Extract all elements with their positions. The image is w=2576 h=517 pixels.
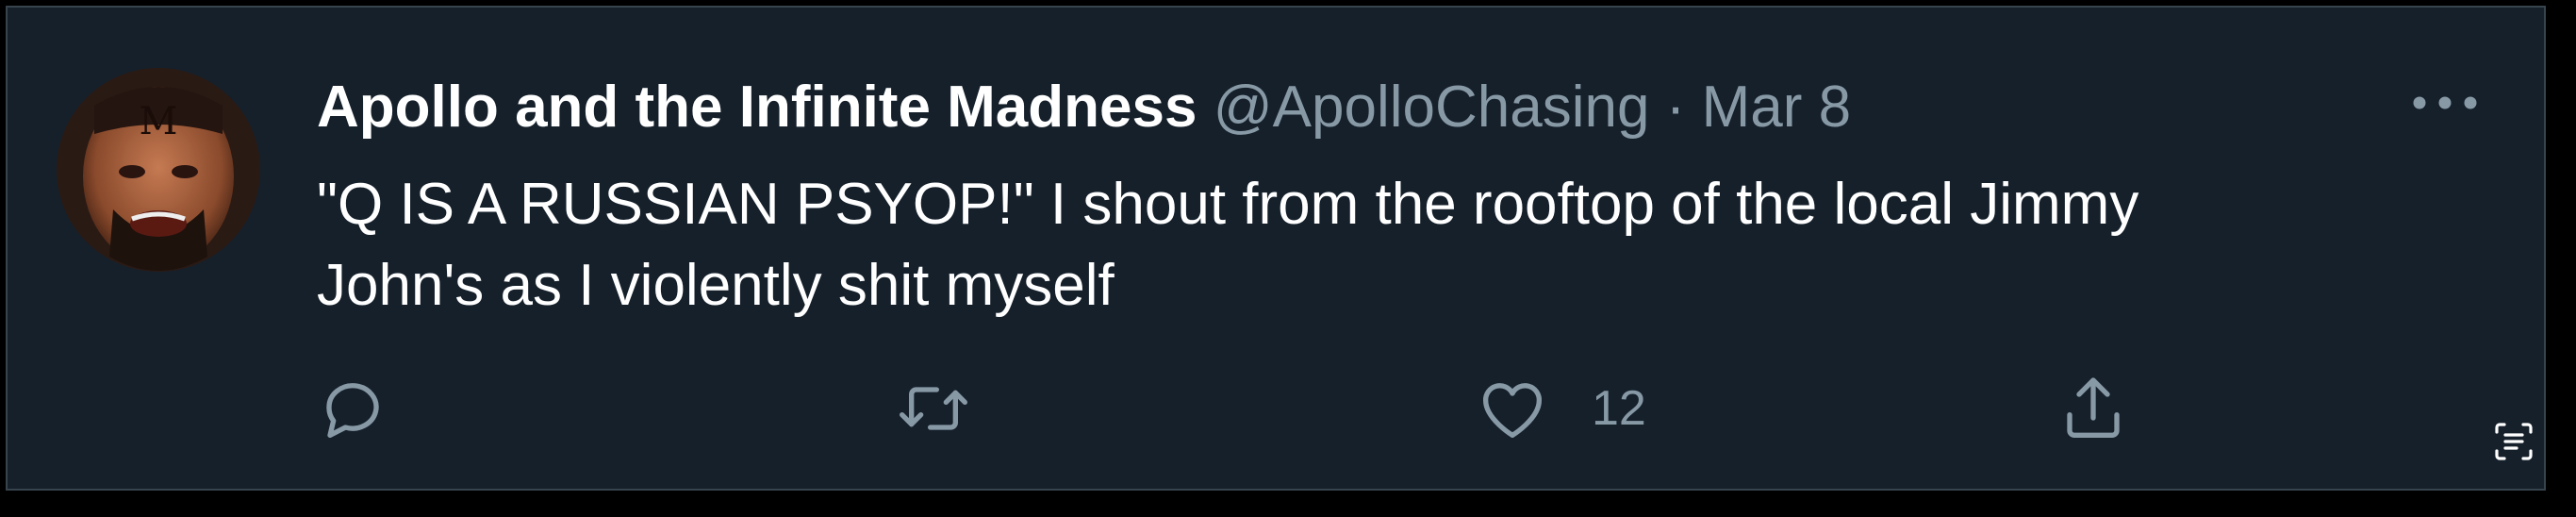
separator-dot: · — [1665, 75, 1686, 140]
author-name[interactable]: Apollo and the Infinite Madness — [317, 75, 1197, 140]
tweet-header: Apollo and the Infinite Madness @ApolloC… — [317, 74, 1851, 142]
tweet-text: "Q IS A RUSSIAN PSYOP!" I shout from the… — [317, 164, 2438, 326]
avatar[interactable]: M — [57, 68, 260, 272]
author-handle[interactable]: @ApolloChasing — [1214, 75, 1650, 140]
tweet-card[interactable]: M Apollo and the Infinite Madness @Apoll… — [6, 6, 2546, 491]
retweet-button[interactable] — [894, 371, 973, 446]
text-scan-icon — [2495, 423, 2533, 460]
like-button[interactable]: 12 — [1475, 371, 1646, 446]
more-dots-icon — [2413, 96, 2477, 109]
avatar-emblem: M — [140, 100, 178, 143]
more-options-button[interactable] — [2403, 79, 2487, 126]
retweet-icon — [900, 387, 967, 430]
share-button[interactable] — [2056, 371, 2131, 446]
live-text-button[interactable] — [2487, 415, 2540, 468]
tweet-date[interactable]: Mar 8 — [1702, 75, 1851, 140]
reply-icon — [326, 383, 379, 439]
like-count: 12 — [1592, 381, 1646, 436]
tweet-text-line: "Q IS A RUSSIAN PSYOP!" I shout from the… — [317, 172, 2139, 237]
tweet-text-line: John's as I violently shit myself — [317, 253, 1115, 318]
share-icon — [2067, 377, 2120, 439]
reply-button[interactable] — [315, 371, 390, 446]
heart-icon — [1483, 383, 1542, 439]
